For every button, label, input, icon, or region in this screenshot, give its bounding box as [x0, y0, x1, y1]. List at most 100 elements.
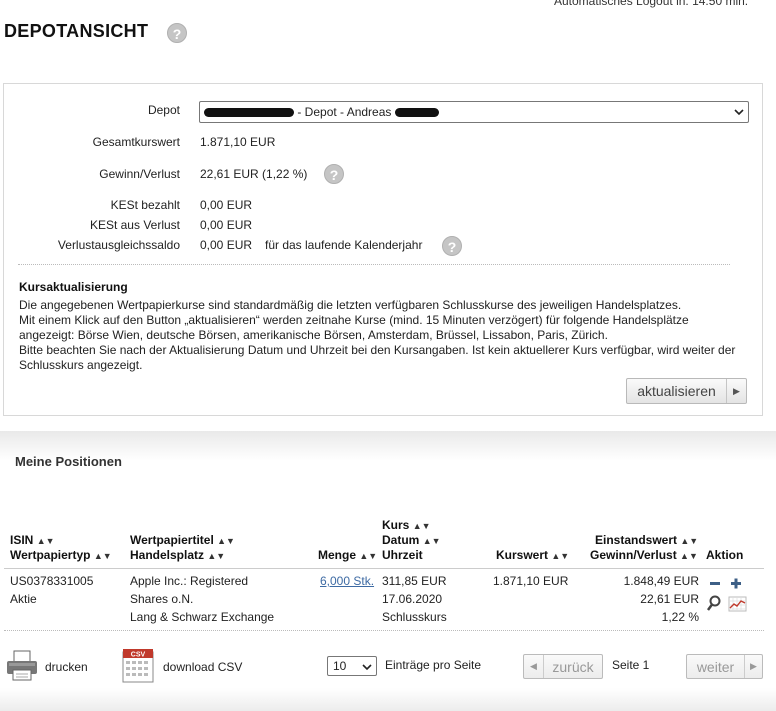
row-divider [4, 630, 764, 631]
row-titel-2: Shares o.N. [130, 592, 194, 606]
row-handelsplatz: Lang & Schwarz Exchange [130, 610, 275, 624]
row-menge-link[interactable]: 6,000 Stk. [320, 572, 374, 590]
chart-icon[interactable] [728, 596, 747, 612]
row-isin: US0378331005 [10, 574, 94, 588]
col-kurswert[interactable]: Kurswert ▲▼ [496, 548, 569, 564]
col-kurswert-label: Kurswert [496, 548, 549, 562]
sort-icon[interactable]: ▲▼ [359, 551, 377, 561]
col-datum[interactable]: Datum ▲▼ [382, 533, 441, 549]
col-titel-label: Wertpapiertitel [130, 533, 214, 547]
depot-select-value: - Depot - Andreas [297, 105, 392, 119]
col-uhrzeit: Uhrzeit [382, 548, 423, 562]
row-datum: 17.06.2020 [382, 592, 443, 606]
csv-label: download CSV [163, 660, 243, 674]
help-icon[interactable]: ? [167, 23, 187, 43]
col-einstandswert[interactable]: Einstandswert ▲▼ [595, 533, 698, 549]
gewinn-verlust-value: 22,61 EUR (1,22 %) [200, 167, 308, 181]
redacted-surname [394, 108, 439, 118]
row-kurswert: 1.871,10 EUR [493, 574, 569, 588]
kest-bezahlt-label: KESt bezahlt [110, 198, 180, 212]
plus-icon[interactable] [729, 576, 743, 590]
col-datum-label: Datum [382, 533, 420, 547]
page-indicator: Seite 1 [612, 658, 650, 672]
sort-icon[interactable]: ▲▼ [413, 521, 431, 531]
col-aktion: Aktion [706, 548, 744, 562]
col-handelsplatz-label: Handelsplatz [130, 548, 205, 562]
row-gewinn: 22,61 EUR [640, 592, 699, 606]
printer-icon [7, 650, 37, 681]
col-wertpapiertyp[interactable]: Wertpapiertyp ▲▼ [10, 548, 112, 564]
info-line-2: Mit einem Klick auf den Button „aktualis… [19, 313, 689, 342]
col-menge-label: Menge [318, 548, 357, 562]
row-uhrzeit: Schlusskurs [382, 610, 447, 624]
depot-label: Depot [147, 103, 180, 117]
redacted-account-number [204, 108, 294, 118]
verlustausgleich-value: 0,00 EUR [200, 238, 253, 252]
next-page-label: weiter [696, 658, 735, 675]
auto-logout-note: Automatisches Logout in: 14:50 min. [554, 0, 749, 8]
kest-verlust-label: KESt aus Verlust [89, 218, 180, 232]
csv-calendar-icon: CSV [122, 649, 154, 683]
kursaktualisierung-heading: Kursaktualisierung [19, 280, 128, 294]
col-wertpapiertitel[interactable]: Wertpapiertitel ▲▼ [130, 533, 235, 549]
col-isin[interactable]: ISIN ▲▼ [10, 533, 55, 549]
sort-icon[interactable]: ▲▼ [207, 551, 225, 561]
verlustausgleich-note: für das laufende Kalenderjahr [265, 238, 423, 252]
col-einstandswert-label: Einstandswert [595, 533, 678, 547]
magnifier-icon[interactable] [706, 595, 722, 613]
sort-icon[interactable]: ▲▼ [680, 536, 698, 546]
aktualisieren-label: aktualisieren [637, 383, 716, 399]
gesamtkurswert-value: 1.871,10 EUR [200, 135, 276, 149]
prev-page-label: zurück [552, 658, 594, 675]
kest-verlust-value: 0,00 EUR [200, 218, 253, 232]
next-page-button[interactable]: weiter ▶ [686, 654, 763, 679]
page-title: DEPOTANSICHT [4, 21, 149, 41]
col-kurs[interactable]: Kurs ▲▼ [382, 518, 431, 534]
print-button[interactable]: drucken [5, 648, 95, 684]
per-page-select[interactable]: 10 [327, 656, 377, 676]
csv-icon-label: CSV [131, 652, 146, 659]
arrow-right-icon: ▶ [744, 655, 762, 678]
row-einstandswert: 1.848,49 EUR [623, 574, 699, 588]
sort-icon[interactable]: ▲▼ [37, 536, 55, 546]
sort-icon[interactable]: ▲▼ [551, 551, 569, 561]
arrow-right-icon: ▶ [726, 379, 746, 403]
prev-page-button[interactable]: ◀ zurück [523, 654, 603, 679]
row-gewinn-pct: 1,22 % [661, 610, 699, 624]
col-kurs-label: Kurs [382, 518, 410, 532]
col-menge[interactable]: Menge ▲▼ [318, 548, 377, 564]
verlustausgleich-help-icon[interactable]: ? [442, 236, 462, 256]
divider [18, 264, 730, 265]
col-gewinn-verlust[interactable]: Gewinn/Verlust ▲▼ [590, 548, 698, 564]
positions-heading: Meine Positionen [15, 454, 122, 469]
info-line-3: Bitte beachten Sie nach der Aktualisieru… [19, 343, 736, 372]
info-line-1: Die angegebenen Wertpapierkurse sind sta… [19, 298, 682, 312]
table-row: US0378331005 Aktie Apple Inc.: Registere… [0, 572, 776, 628]
sort-icon[interactable]: ▲▼ [94, 551, 112, 561]
aktualisieren-button[interactable]: aktualisieren ▶ [626, 378, 747, 404]
col-isin-label: ISIN [10, 533, 34, 547]
sort-icon[interactable]: ▲▼ [217, 536, 235, 546]
row-kurs: 311,85 EUR [382, 574, 447, 588]
chevron-down-icon [362, 664, 372, 671]
kest-bezahlt-value: 0,00 EUR [200, 198, 253, 212]
table-header-line [4, 568, 764, 569]
col-gewinn-label: Gewinn/Verlust [590, 548, 677, 562]
kursaktualisierung-text: Die angegebenen Wertpapierkurse sind sta… [19, 298, 739, 373]
row-typ: Aktie [10, 592, 37, 606]
print-label: drucken [45, 660, 88, 674]
col-typ-label: Wertpapiertyp [10, 548, 91, 562]
verlustausgleich-label: Verlustausgleichssaldo [57, 238, 180, 252]
sort-icon[interactable]: ▲▼ [680, 551, 698, 561]
col-handelsplatz[interactable]: Handelsplatz ▲▼ [130, 548, 225, 564]
per-page-label: Einträge pro Seite [385, 658, 482, 672]
download-csv-button[interactable]: CSV download CSV [121, 648, 251, 684]
sort-icon[interactable]: ▲▼ [423, 536, 441, 546]
depot-select[interactable]: - Depot - Andreas [199, 101, 749, 123]
row-titel-1: Apple Inc.: Registered [130, 574, 249, 588]
arrow-left-icon: ◀ [524, 655, 544, 678]
per-page-value: 10 [333, 659, 347, 673]
footer-shadow [0, 688, 776, 711]
minus-icon[interactable] [708, 576, 722, 590]
gewinn-help-icon[interactable]: ? [324, 164, 344, 184]
